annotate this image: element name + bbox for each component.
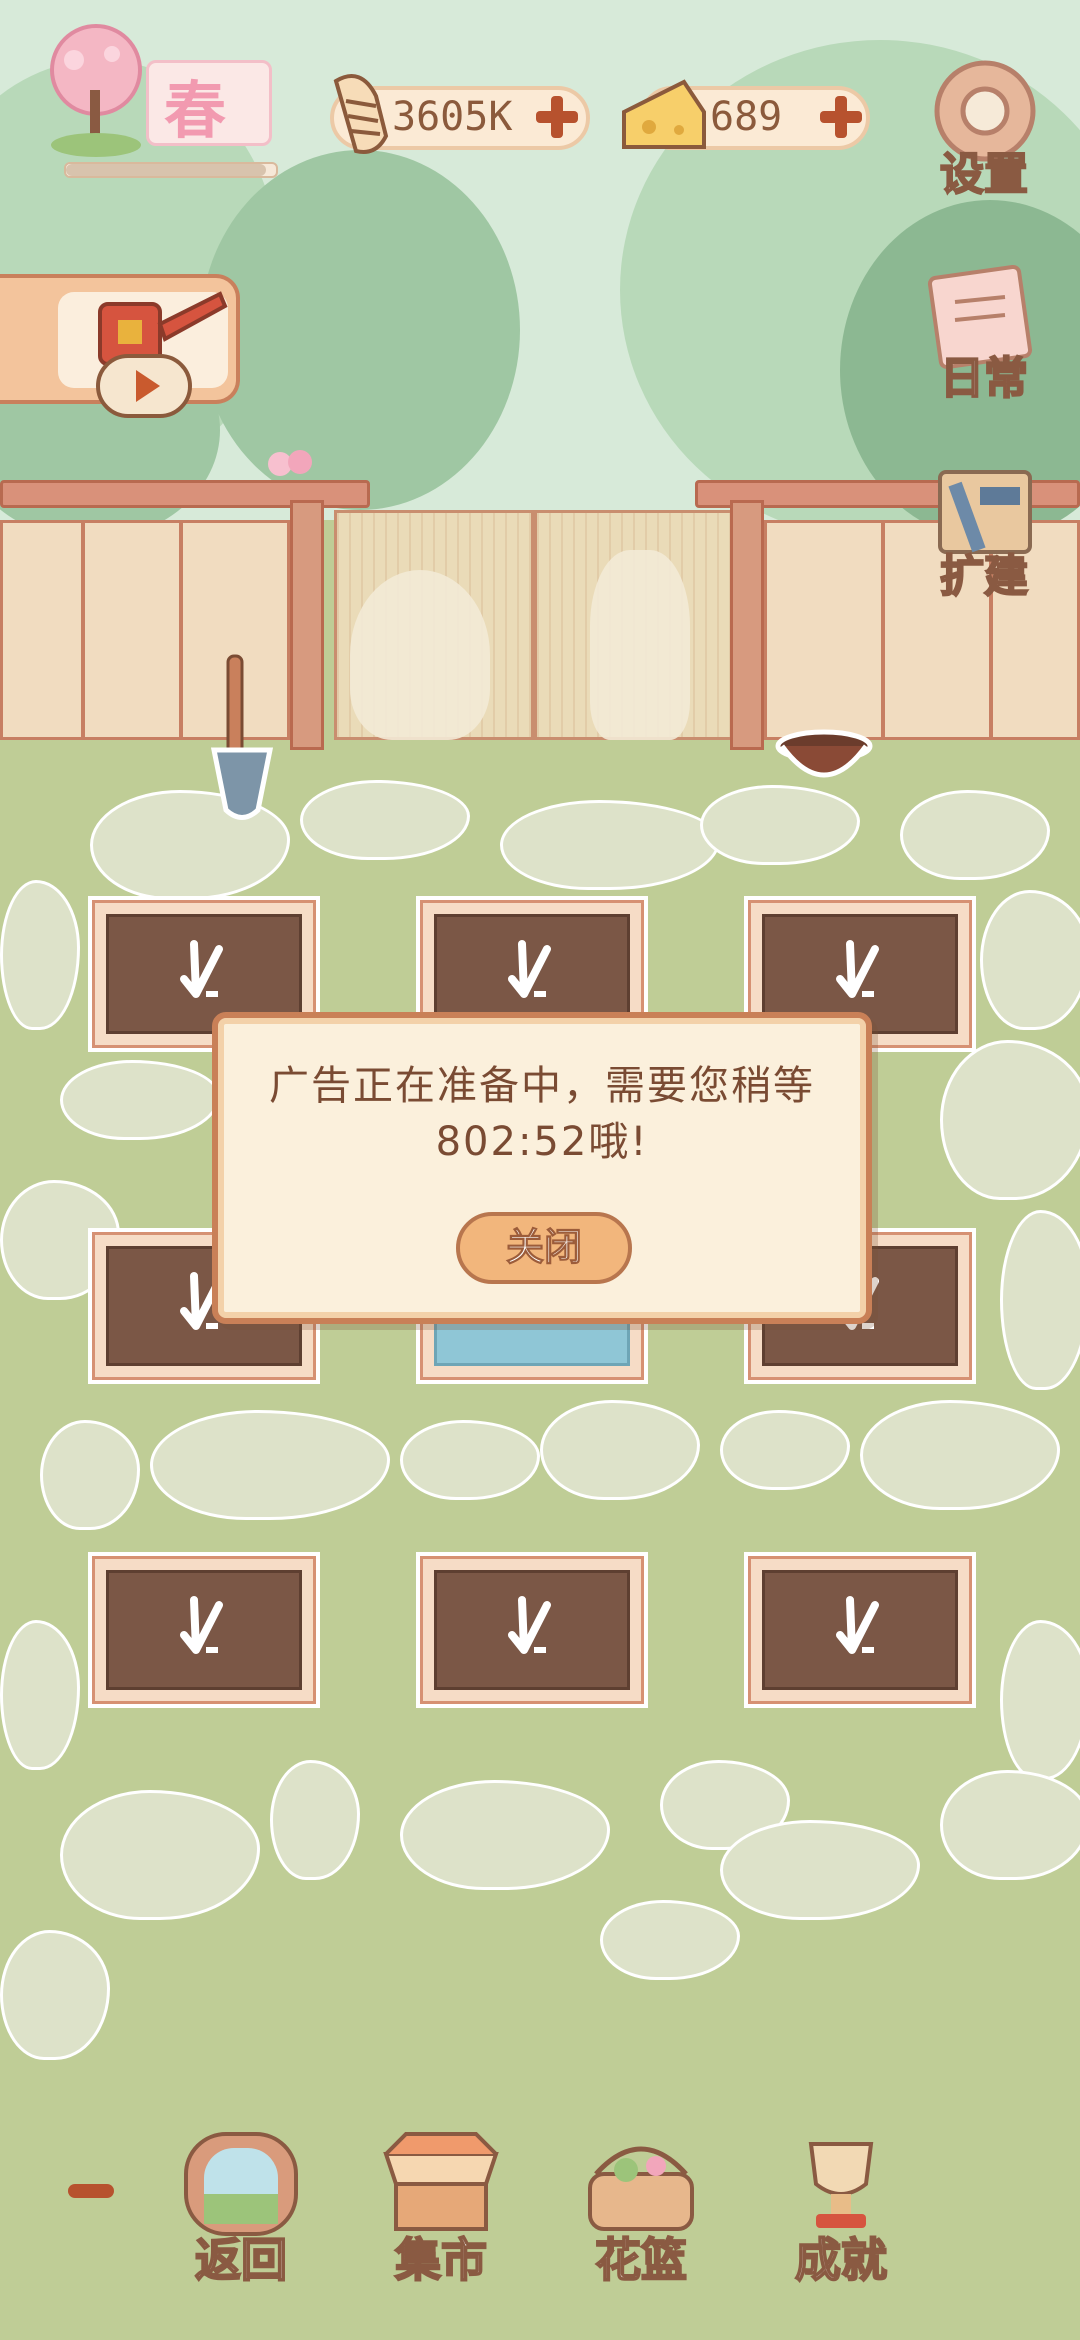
ad-wait-dialog: 广告正在准备中，需要您稍等802:52哦! 关闭	[212, 1012, 872, 1324]
add-fish-button[interactable]	[532, 92, 582, 142]
season-badge[interactable]: 春	[36, 20, 278, 180]
market-button[interactable]: 集市	[376, 2124, 506, 2288]
sprout-icon	[180, 940, 223, 998]
add-cheese-button[interactable]	[816, 92, 866, 142]
close-button[interactable]: 关闭	[456, 1212, 632, 1284]
back-button[interactable]: 返回	[176, 2124, 306, 2288]
flower-decoration	[262, 444, 322, 484]
season-progress-bar	[64, 162, 278, 178]
bowl-icon	[775, 729, 873, 778]
shovel-icon	[210, 654, 274, 820]
soil-plot[interactable]	[416, 1552, 648, 1708]
season-progress-fill	[66, 164, 266, 176]
garden-fence	[0, 480, 1080, 770]
shovel-tool[interactable]	[200, 650, 300, 830]
flower-basket-label: 花篮	[594, 2232, 688, 2288]
daily-button[interactable]: 日常	[920, 262, 1050, 405]
settings-button[interactable]: 设置	[920, 56, 1050, 201]
achievement-label: 成就	[794, 2232, 888, 2288]
cheese-icon	[614, 72, 714, 162]
cat-silhouette	[590, 550, 690, 740]
expand-label: 扩建	[939, 550, 1029, 603]
dialog-message: 广告正在准备中，需要您稍等802:52哦!	[269, 1063, 815, 1165]
achievement-button[interactable]: 成就	[776, 2124, 906, 2288]
collapse-toggle[interactable]	[68, 2184, 114, 2198]
daily-label: 日常	[939, 352, 1029, 405]
soil-plot[interactable]	[88, 1552, 320, 1708]
mouse-silhouette	[350, 570, 490, 740]
settings-label: 设置	[939, 148, 1029, 201]
expand-button[interactable]: 扩建	[920, 462, 1050, 603]
sprout-icon	[508, 1596, 551, 1654]
sprout-icon	[508, 940, 551, 998]
flower-basket-button[interactable]: 花篮	[576, 2124, 706, 2288]
fish-count: 3605K	[392, 94, 513, 140]
sprout-icon	[836, 1596, 879, 1654]
sprout-icon	[180, 1596, 223, 1654]
market-label: 集市	[394, 2232, 488, 2288]
bowl-tool[interactable]	[774, 724, 874, 794]
back-label: 返回	[194, 2232, 288, 2288]
play-video-icon	[96, 354, 192, 418]
watering-ad-button[interactable]	[0, 274, 240, 418]
cheese-count: 689	[710, 94, 783, 140]
soil-plot[interactable]	[744, 1552, 976, 1708]
season-label: 春	[164, 74, 227, 147]
sprout-icon	[836, 940, 879, 998]
